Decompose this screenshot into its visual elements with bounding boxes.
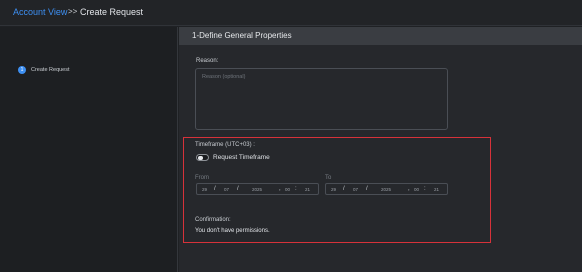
- breadcrumb-current: Create Request: [80, 7, 144, 17]
- timeframe-label: Timeframe (UTC+03) :: [195, 142, 255, 148]
- date-separator: /: [366, 185, 368, 192]
- to-day[interactable]: 29: [331, 187, 336, 192]
- to-label: To: [325, 175, 332, 181]
- section-header: 1-Define General Properties: [179, 27, 582, 45]
- breadcrumb-separator: >>: [68, 7, 78, 16]
- from-month[interactable]: 07: [224, 187, 229, 192]
- date-separator: /: [237, 185, 239, 192]
- from-label: From: [195, 175, 209, 181]
- comma-separator: ,: [408, 185, 410, 192]
- comma-separator: ,: [279, 185, 281, 192]
- request-timeframe-label: Request Timeframe: [213, 154, 270, 161]
- reason-textarea[interactable]: Reason (optional): [195, 68, 448, 130]
- to-year[interactable]: 2025: [381, 187, 391, 192]
- to-hour[interactable]: 00: [414, 187, 419, 192]
- main-panel: 1-Define General Properties Reason: Reas…: [179, 27, 582, 272]
- toggle-knob: [198, 155, 203, 160]
- breadcrumb-account-view-link[interactable]: Account View: [13, 7, 67, 17]
- date-separator: /: [214, 185, 216, 192]
- reason-label: Reason:: [196, 58, 219, 64]
- step-number-badge: 1: [18, 66, 26, 74]
- confirmation-value: You don't have permissions.: [195, 228, 270, 234]
- from-datetime-input[interactable]: 29 / 07 / 2025 , 00 : 21: [196, 183, 319, 195]
- time-separator: :: [295, 185, 297, 192]
- to-minute[interactable]: 21: [434, 187, 439, 192]
- request-timeframe-toggle[interactable]: [196, 154, 209, 161]
- from-day[interactable]: 29: [202, 187, 207, 192]
- sidebar-step-create-request[interactable]: 1 Create Request: [18, 65, 70, 75]
- from-hour[interactable]: 00: [285, 187, 290, 192]
- step-label: Create Request: [31, 67, 70, 73]
- from-minute[interactable]: 21: [305, 187, 310, 192]
- section-title: 1-Define General Properties: [192, 31, 292, 40]
- top-bar: Account View >> Create Request: [0, 0, 582, 26]
- to-datetime-input[interactable]: 29 / 07 / 2025 , 00 : 21: [325, 183, 448, 195]
- to-month[interactable]: 07: [353, 187, 358, 192]
- sidebar: 1 Create Request: [0, 27, 178, 272]
- confirmation-label: Confirmation:: [195, 217, 231, 223]
- reason-placeholder: Reason (optional): [202, 74, 246, 80]
- time-separator: :: [424, 185, 426, 192]
- from-year[interactable]: 2025: [252, 187, 262, 192]
- date-separator: /: [343, 185, 345, 192]
